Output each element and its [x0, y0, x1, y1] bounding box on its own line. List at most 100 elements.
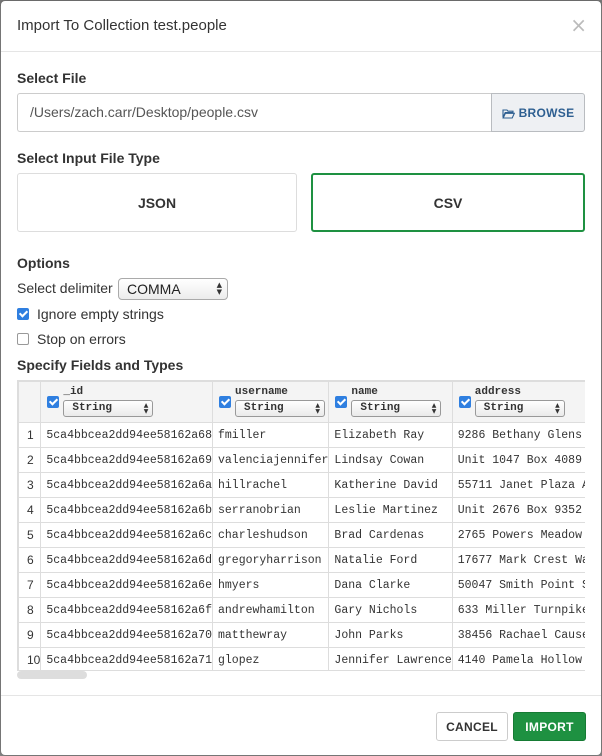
table-cell: Elizabeth Ray	[328, 422, 453, 448]
table-row: 8 5ca4bbcea2dd94ee58162a6f andrewhamilton G…	[18, 597, 585, 623]
column-name: address	[474, 386, 521, 398]
fields-label: Specify Fields and Types	[17, 357, 184, 373]
column-type-select[interactable]: String ▲ ▼	[63, 400, 154, 417]
table-cell: Unit 1047 Box 4089	[451, 447, 585, 473]
fields-table: _id String ▲ ▼ username String ▲ ▼ name …	[18, 381, 585, 670]
table-cell: Lindsay Cowan	[328, 447, 453, 473]
file-type-label: Select Input File Type	[17, 150, 160, 166]
table-row: 4 5ca4bbcea2dd94ee58162a6b serranobrian Les…	[18, 497, 585, 523]
close-icon[interactable]: ×	[570, 13, 587, 37]
browse-button[interactable]: BROWSE	[491, 93, 585, 132]
table-row: 3 5ca4bbcea2dd94ee58162a6a hillrachel Kathe…	[18, 472, 585, 498]
import-button[interactable]: IMPORT	[513, 712, 586, 741]
table-cell: Brad Cardenas	[328, 522, 453, 548]
select-arrows-icon: ▲ ▼	[555, 402, 560, 415]
select-arrows-icon: ▲ ▼	[143, 402, 149, 415]
table-cell: glopez	[211, 647, 330, 670]
delimiter-value: COMMA	[127, 281, 181, 297]
table-header-row: _id String ▲ ▼ username String ▲ ▼ name …	[18, 381, 585, 423]
row-number: 1	[18, 422, 42, 448]
cancel-button[interactable]: CANCEL	[436, 712, 508, 741]
table-row: 10 5ca4bbcea2dd94ee58162a71 glopez Jennifer…	[18, 647, 585, 670]
table-cell: 5ca4bbcea2dd94ee58162a70	[40, 622, 213, 648]
table-cell: 38456 Rachael Cause	[451, 622, 585, 648]
table-cell: valenciajennifer	[211, 447, 330, 473]
table-row: 1 5ca4bbcea2dd94ee58162a68 fmiller Elizabet…	[18, 422, 585, 448]
csv-type-button[interactable]: CSV	[311, 173, 585, 232]
table-cell: 4140 Pamela Hollow	[451, 647, 585, 670]
select-arrows-icon: ▲ ▼	[216, 281, 222, 296]
file-type-toggle: JSON CSV	[17, 173, 585, 232]
table-cell: 5ca4bbcea2dd94ee58162a6e	[40, 572, 213, 598]
column-header-address: address String ▲ ▼	[451, 381, 585, 423]
table-cell: fmiller	[211, 422, 330, 448]
row-number: 8	[18, 597, 42, 623]
row-number: 9	[18, 622, 42, 648]
select-arrows-icon: ▲ ▼	[431, 402, 437, 415]
select-arrows-icon: ▲ ▼	[315, 402, 320, 415]
table-cell: 5ca4bbcea2dd94ee58162a68	[40, 422, 213, 448]
stop-on-errors-checkbox[interactable]	[17, 333, 29, 345]
table-cell: hmyers	[211, 572, 330, 598]
column-type-select[interactable]: String ▲ ▼	[474, 400, 565, 417]
table-cell: 5ca4bbcea2dd94ee58162a6b	[40, 497, 213, 523]
file-picker: /Users/zach.carr/Desktop/people.csv BROW…	[17, 93, 585, 132]
horizontal-scrollbar[interactable]	[17, 671, 87, 679]
browse-label: BROWSE	[518, 105, 575, 120]
column-include-checkbox[interactable]	[335, 396, 348, 408]
column-name: _id	[63, 386, 84, 398]
delimiter-label: Select delimiter	[17, 280, 113, 296]
table-cell: Dana Clarke	[328, 572, 453, 598]
table-cell: serranobrian	[211, 497, 330, 523]
column-type-select[interactable]: String ▲ ▼	[235, 400, 325, 417]
row-number: 6	[18, 547, 42, 573]
column-type-value: String	[360, 402, 401, 414]
column-include-checkbox[interactable]	[458, 396, 471, 408]
column-include-checkbox[interactable]	[47, 396, 60, 408]
column-type-value: String	[72, 402, 112, 414]
row-number: 5	[18, 522, 42, 548]
row-number: 2	[18, 447, 42, 473]
table-cell: 5ca4bbcea2dd94ee58162a6c	[40, 522, 213, 548]
column-header-username: username String ▲ ▼	[211, 381, 330, 423]
column-header-id: _id String ▲ ▼	[40, 381, 213, 423]
dialog-header: Import To Collection test.people ×	[1, 1, 601, 52]
column-header-name: name String ▲ ▼	[328, 381, 453, 423]
table-cell: Natalie Ford	[328, 547, 453, 573]
table-cell: 5ca4bbcea2dd94ee58162a6a	[40, 472, 213, 498]
column-type-value: String	[483, 402, 524, 414]
table-cell: Jennifer Lawrence	[328, 647, 453, 670]
row-number: 4	[18, 497, 42, 523]
fields-table-container[interactable]: _id String ▲ ▼ username String ▲ ▼ name …	[17, 380, 585, 671]
delimiter-select[interactable]: COMMA ▲ ▼	[118, 278, 228, 300]
table-cell: John Parks	[328, 622, 453, 648]
table-cell: Leslie Martinez	[328, 497, 453, 523]
table-row: 6 5ca4bbcea2dd94ee58162a6d gregoryharrison…	[18, 547, 585, 573]
import-dialog: Import To Collection test.people × Selec…	[1, 1, 601, 755]
column-name: name	[351, 386, 378, 398]
table-row: 2 5ca4bbcea2dd94ee58162a69 valenciajennife…	[18, 447, 585, 473]
row-number: 3	[18, 472, 42, 498]
column-name: username	[235, 386, 288, 398]
options-label: Options	[17, 255, 70, 271]
dialog-footer: CANCEL IMPORT	[1, 695, 601, 755]
file-path-input[interactable]: /Users/zach.carr/Desktop/people.csv	[17, 93, 491, 132]
table-cell: 5ca4bbcea2dd94ee58162a6f	[40, 597, 213, 623]
ignore-empty-checkbox[interactable]	[17, 308, 29, 320]
table-row: 9 5ca4bbcea2dd94ee58162a70 matthewray John …	[18, 622, 585, 648]
table-row: 7 5ca4bbcea2dd94ee58162a6e hmyers Dana Clar…	[18, 572, 585, 598]
ignore-empty-label: Ignore empty strings	[37, 306, 164, 322]
table-cell: 5ca4bbcea2dd94ee58162a71	[40, 647, 213, 670]
stop-on-errors-label: Stop on errors	[37, 331, 126, 347]
table-cell: 5ca4bbcea2dd94ee58162a69	[40, 447, 213, 473]
table-cell: Gary Nichols	[328, 597, 453, 623]
column-include-checkbox[interactable]	[219, 396, 231, 408]
table-cell: charleshudson	[211, 522, 330, 548]
column-type-select[interactable]: String ▲ ▼	[351, 400, 442, 417]
json-type-button[interactable]: JSON	[17, 173, 297, 232]
table-cell: andrewhamilton	[211, 597, 330, 623]
table-cell: matthewray	[211, 622, 330, 648]
row-number: 7	[18, 572, 42, 598]
table-cell: gregoryharrison	[211, 547, 330, 573]
table-cell: hillrachel	[211, 472, 330, 498]
